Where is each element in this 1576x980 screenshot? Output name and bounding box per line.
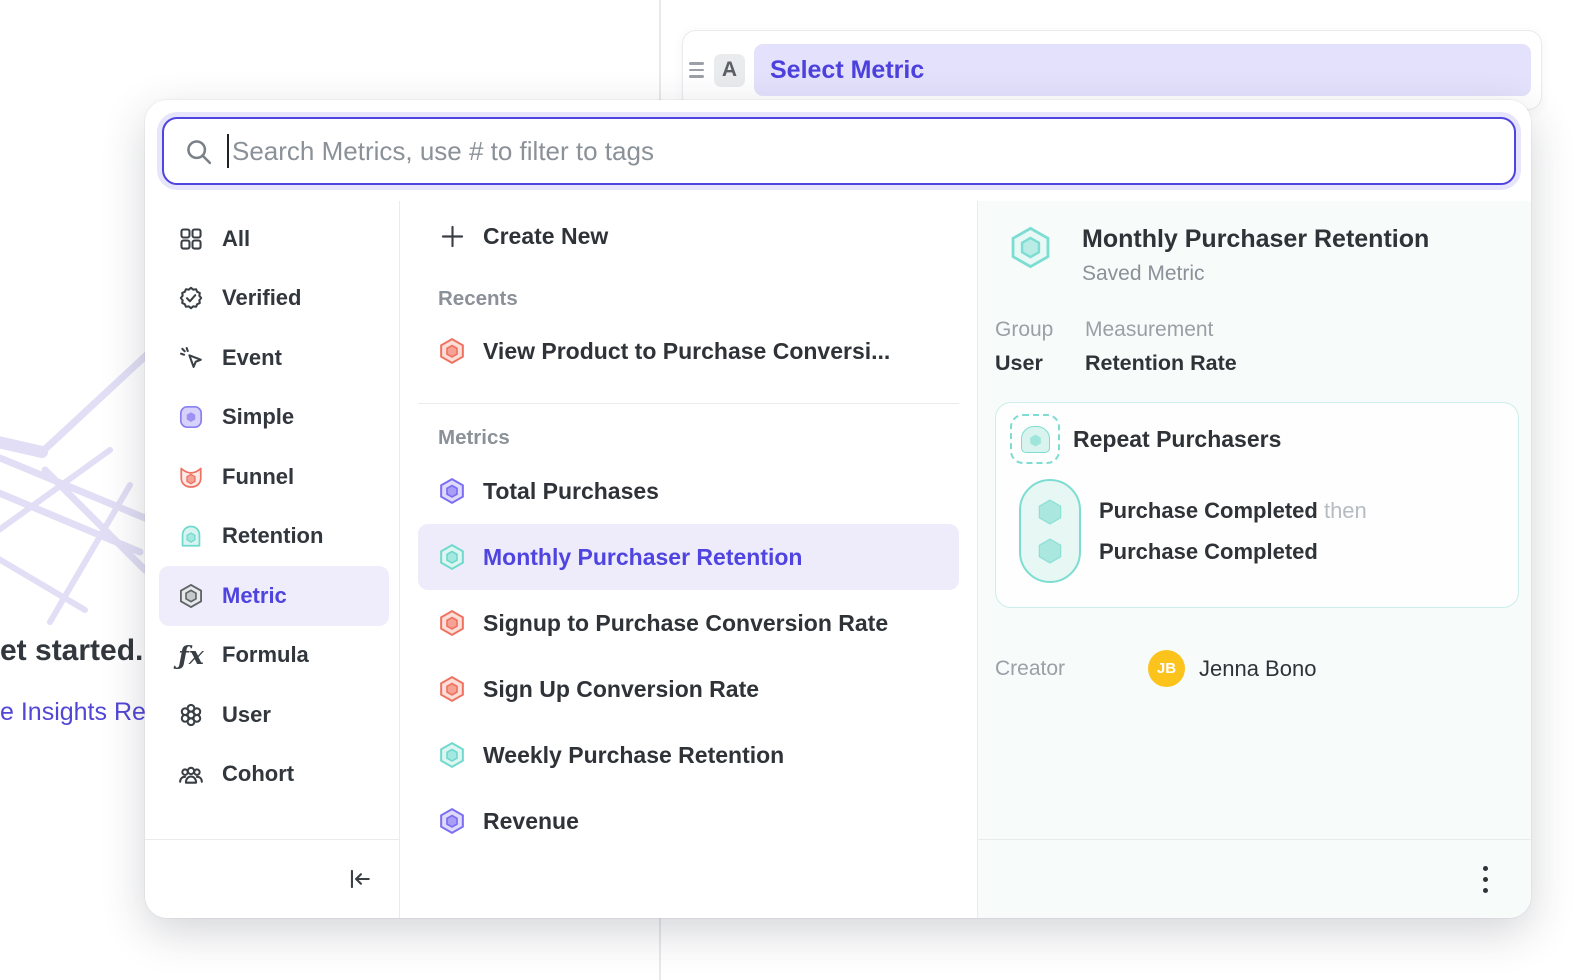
funnel-metric-hexagon-icon [438,337,466,365]
sidebar-item-label: Verified [222,285,301,311]
background-insights-link-fragment[interactable]: e Insights Re [0,698,146,727]
sidebar-item-funnel[interactable]: Funnel [159,447,389,507]
retention-metric-hexagon-icon [438,543,466,571]
detail-footer [978,839,1531,918]
background-headline-fragment: et started. [0,634,143,668]
cohort-people-icon [177,760,205,788]
sidebar-item-formula[interactable]: ƒx Formula [159,626,389,686]
event-cursor-icon [177,344,205,372]
list-item-label: Total Purchases [483,478,659,505]
list-item[interactable]: Signup to Purchase Conversion Rate [418,590,959,656]
section-label-metrics: Metrics [438,426,959,450]
funnel-steps-capsule [1019,479,1081,583]
sidebar-item-all[interactable]: All [159,209,389,269]
creator-row: Creator JB Jenna Bono [995,650,1519,687]
meta-value-measurement: Retention Rate [1085,351,1237,376]
list-item-recent[interactable]: View Product to Purchase Conversi... [418,319,959,383]
meta-value-group: User [995,351,1085,376]
sidebar-item-label: Event [222,345,282,371]
list-item-selected[interactable]: Monthly Purchaser Retention [418,524,959,590]
metric-list: Create New Recents View Product to Purch… [400,201,978,918]
create-new-button[interactable]: Create New [418,207,959,265]
text-caret [227,134,229,168]
modal-body: All Verified [145,201,1531,918]
list-item[interactable]: Weekly Purchase Retention [418,722,959,788]
sidebar-item-user[interactable]: User [159,685,389,745]
sidebar-item-retention[interactable]: Retention [159,507,389,567]
metric-detail-panel: Monthly Purchaser Retention Saved Metric… [978,201,1531,918]
sidebar-item-cohort[interactable]: Cohort [159,745,389,805]
detail-subtitle: Saved Metric [1082,262,1429,286]
sidebar-item-label: User [222,702,271,728]
funnel-metric-hexagon-icon [438,609,466,637]
list-item[interactable]: Total Purchases [418,458,959,524]
sidebar-item-event[interactable]: Event [159,328,389,388]
metric-definition-card: Repeat Purchasers Purchase Comp [995,402,1519,608]
more-options-button[interactable] [1477,860,1494,899]
sidebar-footer [145,839,399,918]
search-icon [184,137,213,166]
avatar: JB [1148,650,1185,687]
simple-metric-hexagon-icon [438,807,466,835]
saved-behavior-icon [1010,414,1060,464]
retention-metric-hexagon-icon [1008,225,1053,270]
list-item-label: Sign Up Conversion Rate [483,676,759,703]
funnel-metric-hexagon-icon [438,675,466,703]
funnel-step-1: Purchase Completed then [1099,490,1367,531]
sidebar-item-label: Retention [222,523,323,549]
sidebar-item-label: Simple [222,404,294,430]
detail-title: Monthly Purchaser Retention [1082,225,1429,254]
simple-metric-hexagon-icon [438,477,466,505]
sidebar-item-label: Cohort [222,761,294,787]
metric-hexagon-icon [177,582,205,610]
create-new-label: Create New [483,223,608,250]
grid-icon [177,225,205,253]
collapse-sidebar-button[interactable] [346,866,372,892]
plus-icon [438,222,466,250]
retention-icon [177,522,205,550]
list-item[interactable]: Sign Up Conversion Rate [418,656,959,722]
verified-badge-icon [177,284,205,312]
formula-icon: ƒx [177,641,205,669]
list-item-label: Monthly Purchaser Retention [483,544,802,571]
screen: et started. e Insights Re A Select Metri… [0,0,1576,980]
meta-label-group: Group [995,318,1085,342]
filter-sidebar: All Verified [145,201,400,918]
sidebar-item-label: Formula [222,642,309,668]
retention-metric-hexagon-icon [438,741,466,769]
creator-name: Jenna Bono [1199,656,1316,682]
list-item[interactable]: Revenue [418,788,959,854]
definition-name: Repeat Purchasers [1073,426,1281,453]
list-item-label: Revenue [483,808,579,835]
funnel-icon [177,463,205,491]
block-letter-badge[interactable]: A [714,54,745,87]
metric-picker-modal: All Verified [145,100,1531,918]
simple-icon [177,403,205,431]
detail-meta: Group User Measurement Retention Rate [995,318,1519,376]
section-label-recents: Recents [438,287,959,311]
sidebar-item-metric[interactable]: Metric [159,566,389,626]
sidebar-item-simple[interactable]: Simple [159,388,389,448]
meta-label-measurement: Measurement [1085,318,1237,342]
step-hexagon-icon [1035,497,1065,527]
search-bar [162,117,1516,185]
detail-header: Monthly Purchaser Retention Saved Metric [995,225,1519,286]
search-input[interactable] [162,117,1516,185]
funnel-step-2: Purchase Completed [1099,531,1367,572]
hexagon-icon [1028,433,1043,448]
creator-label: Creator [995,657,1148,681]
metric-block-toolbar: A Select Metric [682,30,1542,110]
list-item-label: Weekly Purchase Retention [483,742,784,769]
list-divider [418,403,959,404]
sidebar-item-label: All [222,226,250,252]
step-hexagon-icon [1035,536,1065,566]
user-cluster-icon [177,701,205,729]
list-item-label: View Product to Purchase Conversi... [483,338,890,365]
list-item-label: Signup to Purchase Conversion Rate [483,610,888,637]
drag-handle-icon[interactable] [689,62,705,78]
sidebar-item-verified[interactable]: Verified [159,269,389,329]
sidebar-item-label: Metric [222,583,287,609]
select-metric-button[interactable]: Select Metric [754,44,1531,96]
sidebar-item-label: Funnel [222,464,294,490]
